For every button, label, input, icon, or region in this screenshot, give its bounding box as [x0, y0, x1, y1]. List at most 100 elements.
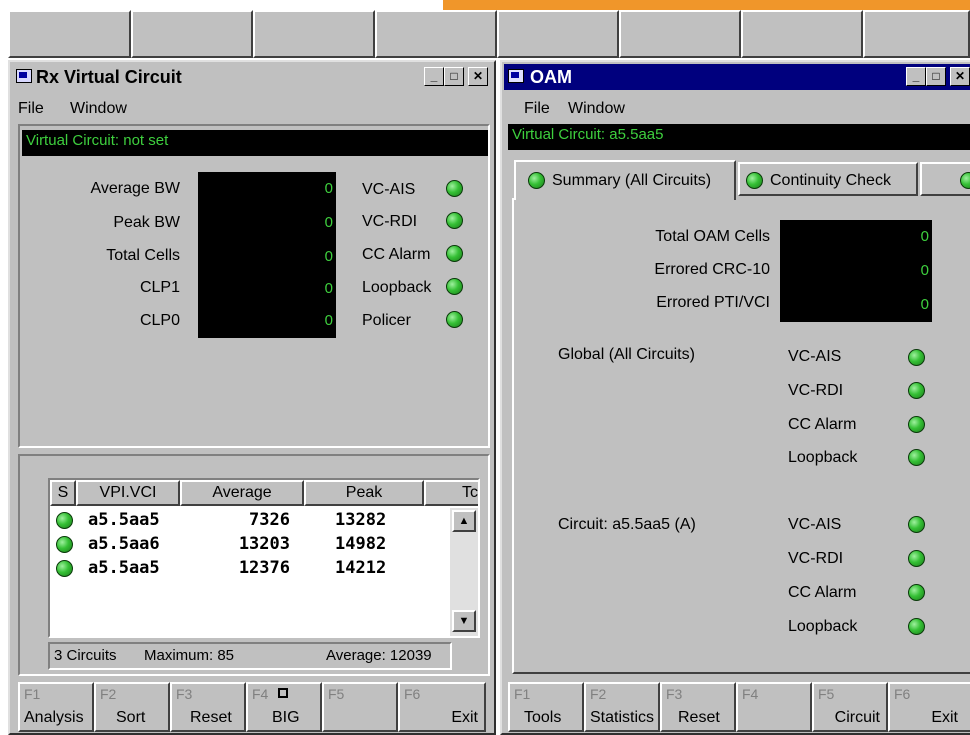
column-header-average[interactable]: Average	[180, 480, 304, 506]
status-led-icon	[56, 536, 73, 553]
table-row[interactable]: a5.5aa5 7326 13282	[50, 510, 450, 534]
close-button[interactable]: ✕	[468, 67, 488, 86]
continuity-led-icon	[746, 172, 763, 189]
metric-value-clp0: 0	[198, 304, 336, 338]
toolbar-button-1[interactable]	[8, 10, 131, 58]
policer-led-icon	[446, 311, 463, 328]
next-tab-led-icon	[960, 172, 970, 189]
row-vpivci: a5.5aa5	[88, 510, 160, 530]
toolbar-button-3[interactable]	[253, 10, 375, 58]
rx-circuit-table-panel: S VPI.VCI Average Peak Tc a5.5aa5 7326 1…	[18, 454, 490, 676]
oam-menu-window[interactable]: Window	[568, 100, 625, 118]
cc-alarm-led-icon	[446, 245, 463, 262]
tab-summary[interactable]: Summary (All Circuits)	[514, 160, 736, 200]
oam-menu-file[interactable]: File	[524, 100, 550, 118]
rx-window-title: Rx Virtual Circuit	[36, 67, 182, 87]
fkey-f6-exit[interactable]: F6 Exit	[398, 682, 486, 732]
global-indicator-vc-ais: VC-AIS	[788, 348, 842, 365]
scroll-down-button[interactable]: ▼	[452, 610, 476, 632]
top-toolbar	[0, 0, 970, 60]
oam-status-bar: Virtual Circuit: a5.5aa5	[508, 124, 970, 150]
column-header-tc[interactable]: Tc	[424, 480, 478, 506]
tab-next[interactable]	[920, 162, 970, 196]
global-vc-rdi-led-icon	[908, 382, 925, 399]
fkey-f2-statistics[interactable]: F2 Statistics	[584, 682, 660, 732]
rx-title-bar: Rx Virtual Circuit _ □ ✕	[12, 64, 492, 90]
fkey-label: Exit	[931, 709, 958, 726]
fkey-number: F4	[252, 686, 269, 702]
toolbar-button-7[interactable]	[741, 10, 863, 58]
indicator-label-cc-alarm: CC Alarm	[362, 246, 431, 263]
minimize-button[interactable]: _	[906, 67, 926, 86]
metric-value-average-bw: 0	[198, 172, 336, 206]
column-header-vpivci[interactable]: VPI.VCI	[76, 480, 180, 506]
indicator-label-vc-ais: VC-AIS	[362, 181, 416, 198]
circuit-indicator-vc-rdi: VC-RDI	[788, 550, 844, 567]
toolbar-button-6[interactable]	[619, 10, 741, 58]
fkey-number: F2	[590, 686, 607, 702]
tab-continuity-label: Continuity Check	[770, 172, 891, 189]
fkey-f3-reset[interactable]: F3 Reset	[660, 682, 736, 732]
rx-menu-window[interactable]: Window	[70, 100, 127, 118]
indicator-label-vc-rdi: VC-RDI	[362, 213, 418, 230]
toolbar-button-8[interactable]	[863, 10, 970, 58]
fkey-f1-analysis[interactable]: F1 Analysis	[18, 682, 94, 732]
metric-value-total-cells: 0	[198, 240, 336, 274]
table-footer: 3 Circuits Maximum: 85 Average: 12039	[48, 642, 452, 670]
row-peak: 13282	[335, 510, 387, 530]
table-row[interactable]: a5.5aa6 13203 14982	[50, 534, 450, 558]
fkey-f5-circuit[interactable]: F5 Circuit	[812, 682, 888, 732]
maximize-button[interactable]: □	[444, 67, 464, 86]
toggle-box-icon	[278, 688, 288, 698]
oam-summary-panel: Total OAM Cells 0 Errored CRC-10 0 Error…	[512, 198, 970, 674]
fkey-f5[interactable]: F5	[322, 682, 398, 732]
maximize-button[interactable]: □	[926, 67, 946, 86]
metric-label-clp1: CLP1	[139, 279, 180, 296]
footer-average: Average: 12039	[326, 647, 432, 664]
toolbar-button-4[interactable]	[375, 10, 497, 58]
minimize-button[interactable]: _	[424, 67, 444, 86]
fkey-number: F6	[894, 686, 911, 702]
oam-title-bar: OAM _ □ ✕	[504, 64, 970, 90]
tab-continuity-check[interactable]: Continuity Check	[738, 162, 918, 196]
column-header-peak[interactable]: Peak	[304, 480, 424, 506]
indicator-label-loopback: Loopback	[362, 279, 432, 296]
indicator-label-policer: Policer	[362, 312, 411, 329]
global-loopback-led-icon	[908, 449, 925, 466]
scroll-up-button[interactable]: ▲	[452, 510, 476, 532]
fkey-f1-tools[interactable]: F1 Tools	[508, 682, 584, 732]
fkey-label: Exit	[451, 709, 478, 726]
close-button[interactable]: ✕	[950, 67, 970, 86]
rx-virtual-circuit-window: Rx Virtual Circuit _ □ ✕ File Window Vir…	[8, 60, 496, 735]
table-row[interactable]: a5.5aa5 12376 14212	[50, 558, 450, 582]
rx-metrics-panel: Virtual Circuit: not set Average BW 0 Pe…	[18, 124, 490, 448]
row-peak: 14982	[335, 534, 387, 554]
row-average: 7326	[249, 510, 290, 530]
circuit-indicator-cc-alarm: CC Alarm	[788, 584, 857, 601]
fkey-label: Statistics	[590, 709, 655, 726]
metric-value-total-oam-cells: 0	[780, 220, 932, 254]
fkey-f3-reset[interactable]: F3 Reset	[170, 682, 246, 732]
circuit-section-label: Circuit: a5.5aa5 (A)	[558, 516, 696, 533]
column-header-s[interactable]: S	[50, 480, 76, 506]
toolbar-button-2[interactable]	[131, 10, 253, 58]
metric-value-peak-bw: 0	[198, 206, 336, 240]
fkey-f4-big[interactable]: F4 BIG	[246, 682, 322, 732]
row-vpivci: a5.5aa6	[88, 534, 160, 554]
global-cc-alarm-led-icon	[908, 416, 925, 433]
fkey-f6-exit[interactable]: F6 Exit	[888, 682, 970, 732]
footer-maximum: Maximum: 85	[144, 647, 235, 664]
toolbar-button-5[interactable]	[497, 10, 619, 58]
fkey-label: BIG	[272, 709, 300, 726]
fkey-f4[interactable]: F4	[736, 682, 812, 732]
status-led-icon	[56, 512, 73, 529]
vc-rdi-led-icon	[446, 212, 463, 229]
fkey-label: Tools	[524, 709, 562, 726]
fkey-f2-sort[interactable]: F2 Sort	[94, 682, 170, 732]
metric-value-clp1: 0	[198, 272, 336, 306]
table-scrollbar[interactable]: ▲ ▼	[450, 508, 478, 636]
metric-label-peak-bw: Peak BW	[113, 214, 180, 231]
rx-menu-file[interactable]: File	[18, 100, 44, 118]
global-indicator-cc-alarm: CC Alarm	[788, 416, 857, 433]
fkey-number: F5	[328, 686, 345, 702]
